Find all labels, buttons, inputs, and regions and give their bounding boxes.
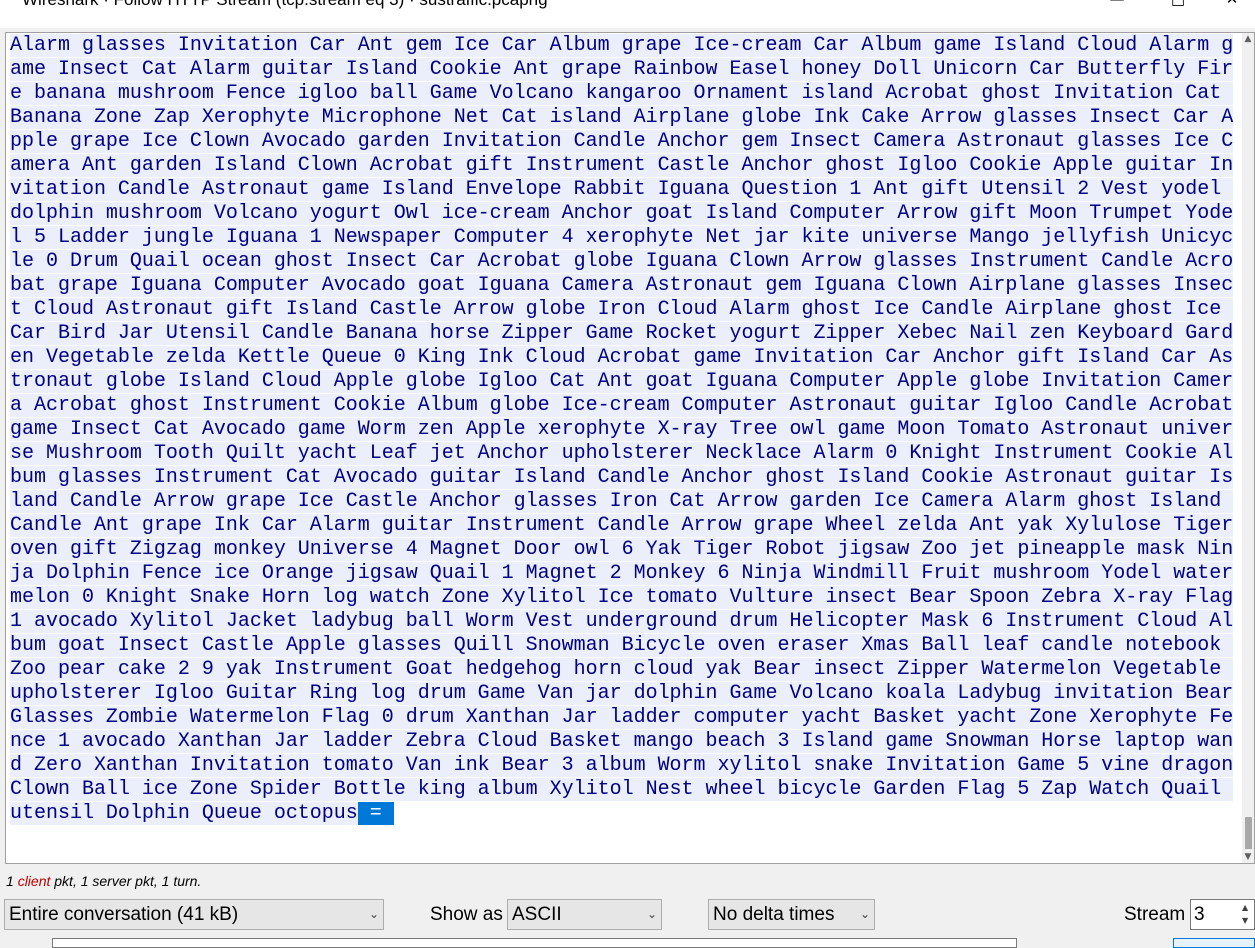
stream-line[interactable]: melon 0 Knight Snake Horn log watch Zone… — [10, 586, 1236, 610]
stream-line[interactable]: e banana mushroom Fence igloo ball Game … — [10, 82, 1236, 106]
client-stream-text: Car Bird Jar Utensil Candle Banana horse… — [10, 322, 1234, 345]
stream-summary-status: 1 client pkt, 1 server pkt, 1 turn. — [6, 873, 201, 889]
client-stream-text: tronaut globe Island Cloud Apple globe I… — [10, 370, 1234, 393]
client-stream-text: bat grape Iguana Computer Avocado goat I… — [10, 274, 1234, 297]
stream-number-spinbox[interactable]: 3 ▲ ▼ — [1190, 899, 1255, 930]
find-button[interactable] — [1173, 938, 1255, 948]
client-stream-text: t Cloud Astronaut gift Island Castle Arr… — [10, 298, 1234, 321]
stream-line[interactable]: oven gift Zigzag monkey Universe 4 Magne… — [10, 538, 1236, 562]
client-stream-text: ame Insect Cat Alarm guitar Island Cooki… — [10, 58, 1234, 81]
stream-line[interactable]: ame Insect Cat Alarm guitar Island Cooki… — [10, 58, 1236, 82]
client-stream-text: dolphin mushroom Volcano yogurt Owl ice-… — [10, 202, 1234, 225]
client-stream-text: e banana mushroom Fence igloo ball Game … — [10, 82, 1234, 105]
conversation-select-value: Entire conversation (41 kB) — [9, 904, 239, 925]
conversation-select[interactable]: Entire conversation (41 kB) ⌄ — [4, 899, 384, 930]
client-stream-text: ja Dolphin Fence ice Orange jigsaw Quail… — [10, 562, 1234, 585]
chevron-down-icon: ⌄ — [368, 907, 379, 921]
status-client-word: client — [17, 873, 51, 889]
scroll-up-icon[interactable]: ▲ — [1242, 33, 1254, 45]
stream-line[interactable]: bum glasses Instrument Cat Avocado guita… — [10, 466, 1236, 490]
client-stream-text: l 5 Ladder jungle Iguana 1 Newspaper Com… — [10, 226, 1234, 249]
client-stream-text: Glasses Zombie Watermelon Flag 0 drum Xa… — [10, 706, 1234, 729]
client-stream-text: Candle Ant grape Ink Car Alarm guitar In… — [10, 514, 1234, 537]
chevron-down-icon: ⌄ — [859, 907, 870, 921]
client-stream-text: utensil Dolphin Queue octopus — [10, 802, 358, 825]
client-stream-text: Clown Ball ice Zone Spider Bottle king a… — [10, 778, 1234, 801]
client-stream-text: upholsterer Igloo Guitar Ring log drum G… — [10, 682, 1234, 705]
stream-line[interactable]: dolphin mushroom Volcano yogurt Owl ice-… — [10, 202, 1236, 226]
window-titlebar: Wireshark · Follow HTTP Stream (tcp.stre… — [0, 0, 1255, 28]
stream-line[interactable]: Candle Ant grape Ink Car Alarm guitar In… — [10, 514, 1236, 538]
status-prefix: 1 — [6, 873, 18, 889]
minimize-button[interactable]: — — [1097, 0, 1137, 10]
stream-line[interactable]: nce 1 avocado Xanthan Jar ladder Zebra C… — [10, 730, 1236, 754]
client-stream-text: pple grape Ice Clown Avocado garden Invi… — [10, 130, 1234, 153]
client-stream-text: amera Ant garden Island Clown Acrobat gi… — [10, 154, 1234, 177]
stream-line[interactable]: Zoo pear cake 2 9 yak Instrument Goat he… — [10, 658, 1236, 682]
delta-times-select-value: No delta times — [713, 904, 835, 925]
scrollbar-thumb[interactable] — [1245, 817, 1252, 849]
client-stream-text: vitation Candle Astronaut game Island En… — [10, 178, 1234, 201]
vertical-scrollbar[interactable]: ▲ ▼ — [1242, 33, 1254, 863]
stream-line[interactable]: a Acrobat ghost Instrument Cookie Album … — [10, 394, 1236, 418]
client-stream-text: land Candle Arrow grape Ice Castle Ancho… — [10, 490, 1234, 513]
maximize-button[interactable]: □ — [1158, 0, 1198, 10]
stream-text[interactable]: Alarm glasses Invitation Car Ant gem Ice… — [10, 34, 1236, 826]
stream-line[interactable]: Glasses Zombie Watermelon Flag 0 drum Xa… — [10, 706, 1236, 730]
client-stream-text: bum glasses Instrument Cat Avocado guita… — [10, 466, 1234, 489]
client-stream-text: bum goat Insect Castle Apple glasses Qui… — [10, 634, 1234, 657]
client-stream-text: 1 avocado Xylitol Jacket ladybug ball Wo… — [10, 610, 1234, 633]
status-suffix: pkt, 1 server pkt, 1 turn. — [50, 873, 202, 889]
stream-number-value: 3 — [1194, 904, 1205, 925]
delta-times-select[interactable]: No delta times ⌄ — [708, 899, 875, 930]
stream-line[interactable]: Clown Ball ice Zone Spider Bottle king a… — [10, 778, 1236, 802]
client-stream-text: d Zero Xanthan Invitation tomato Van ink… — [10, 754, 1234, 777]
stream-line[interactable]: Alarm glasses Invitation Car Ant gem Ice… — [10, 34, 1236, 58]
client-stream-text: le 0 Drum Quail ocean ghost Insect Car A… — [10, 250, 1234, 273]
spin-down-icon[interactable]: ▼ — [1242, 914, 1252, 927]
client-stream-text: Zoo pear cake 2 9 yak Instrument Goat he… — [10, 658, 1234, 681]
selected-text: = — [357, 802, 394, 825]
chevron-down-icon: ⌄ — [646, 907, 657, 921]
find-input[interactable] — [52, 938, 1017, 948]
stream-line[interactable]: tronaut globe Island Cloud Apple globe I… — [10, 370, 1236, 394]
stream-content-pane[interactable]: Alarm glasses Invitation Car Ant gem Ice… — [5, 32, 1255, 864]
stream-line[interactable]: en Vegetable zelda Kettle Queue 0 King I… — [10, 346, 1236, 370]
stream-line[interactable]: le 0 Drum Quail ocean ghost Insect Car A… — [10, 250, 1236, 274]
stream-label: Stream — [1124, 904, 1186, 925]
stream-line[interactable]: utensil Dolphin Queue octopus = — [10, 802, 1236, 826]
spin-up-icon[interactable]: ▲ — [1242, 901, 1252, 914]
client-stream-text: se Mushroom Tooth Quilt yacht Leaf jet A… — [10, 442, 1234, 465]
client-stream-text: oven gift Zigzag monkey Universe 4 Magne… — [10, 538, 1234, 561]
show-as-select-value: ASCII — [512, 904, 562, 925]
client-stream-text: en Vegetable zelda Kettle Queue 0 King I… — [10, 346, 1234, 369]
stream-line[interactable]: se Mushroom Tooth Quilt yacht Leaf jet A… — [10, 442, 1236, 466]
stream-line[interactable]: land Candle Arrow grape Ice Castle Ancho… — [10, 490, 1236, 514]
stream-line[interactable]: l 5 Ladder jungle Iguana 1 Newspaper Com… — [10, 226, 1236, 250]
stream-line[interactable]: ja Dolphin Fence ice Orange jigsaw Quail… — [10, 562, 1236, 586]
stream-line[interactable]: game Insect Cat Avocado game Worm zen Ap… — [10, 418, 1236, 442]
stream-line[interactable]: t Cloud Astronaut gift Island Castle Arr… — [10, 298, 1236, 322]
client-stream-text: a Acrobat ghost Instrument Cookie Album … — [10, 394, 1234, 417]
stream-line[interactable]: d Zero Xanthan Invitation tomato Van ink… — [10, 754, 1236, 778]
stream-line[interactable]: pple grape Ice Clown Avocado garden Invi… — [10, 130, 1236, 154]
client-stream-text: Banana Zone Zap Xerophyte Microphone Net… — [10, 106, 1234, 129]
stream-line[interactable]: Car Bird Jar Utensil Candle Banana horse… — [10, 322, 1236, 346]
stream-line[interactable]: Banana Zone Zap Xerophyte Microphone Net… — [10, 106, 1236, 130]
client-stream-text: game Insect Cat Avocado game Worm zen Ap… — [10, 418, 1234, 441]
show-as-label: Show as — [430, 904, 503, 925]
client-stream-text: nce 1 avocado Xanthan Jar ladder Zebra C… — [10, 730, 1234, 753]
close-button[interactable]: ✕ — [1212, 0, 1252, 10]
stream-line[interactable]: amera Ant garden Island Clown Acrobat gi… — [10, 154, 1236, 178]
client-stream-text: melon 0 Knight Snake Horn log watch Zone… — [10, 586, 1234, 609]
scroll-down-icon[interactable]: ▼ — [1242, 851, 1254, 863]
window-title: Wireshark · Follow HTTP Stream (tcp.stre… — [22, 0, 548, 10]
show-as-select[interactable]: ASCII ⌄ — [507, 899, 662, 930]
client-stream-text: Alarm glasses Invitation Car Ant gem Ice… — [10, 34, 1234, 57]
stream-line[interactable]: upholsterer Igloo Guitar Ring log drum G… — [10, 682, 1236, 706]
stream-line[interactable]: bat grape Iguana Computer Avocado goat I… — [10, 274, 1236, 298]
stream-line[interactable]: 1 avocado Xylitol Jacket ladybug ball Wo… — [10, 610, 1236, 634]
stream-line[interactable]: bum goat Insect Castle Apple glasses Qui… — [10, 634, 1236, 658]
stream-line[interactable]: vitation Candle Astronaut game Island En… — [10, 178, 1236, 202]
